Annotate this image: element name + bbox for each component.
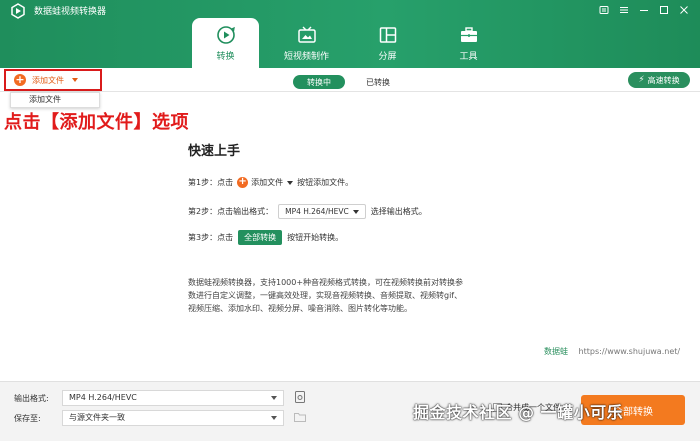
chevron-down-icon — [271, 396, 277, 400]
tab-split-screen-label: 分屏 — [378, 51, 397, 62]
chevron-down-icon[interactable] — [72, 78, 78, 82]
step-2-format-select[interactable]: MP4 H.264/HEVC — [278, 204, 366, 219]
save-to-value: 与源文件夹一致 — [69, 413, 125, 422]
tab-tools[interactable]: 工具 — [435, 18, 502, 68]
tab-converted[interactable]: 已转换 — [358, 75, 398, 89]
step-3-suffix: 按钮开始转换。 — [287, 233, 344, 242]
step-1-suffix: 按钮添加文件。 — [297, 178, 354, 187]
main-nav: 转换 短视频制作 分屏 工具 — [192, 18, 516, 68]
add-file-label: 添加文件 — [32, 75, 64, 85]
step-2: 第2步：点击输出格式： MP4 H.264/HEVC 选择输出格式。 — [188, 204, 427, 219]
app-logo-icon — [11, 3, 25, 19]
output-format-value: MP4 H.264/HEVC — [69, 393, 137, 402]
window-controls — [594, 2, 694, 18]
tab-short-video[interactable]: 短视频制作 — [273, 18, 340, 68]
output-format-label: 输出格式: — [14, 394, 49, 403]
save-to-select[interactable]: 与源文件夹一致 — [62, 410, 284, 426]
brand-name: 数据蛙 — [544, 347, 568, 356]
toolbox-icon — [460, 26, 477, 42]
step-1-add-file[interactable]: + 添加文件 — [237, 176, 294, 188]
feedback-icon[interactable] — [594, 2, 614, 18]
add-file-button[interactable]: + 添加文件 — [4, 69, 102, 91]
step-3: 第3步：点击 全部转换 按钮开始转换。 — [188, 230, 343, 245]
tab-tools-label: 工具 — [459, 51, 478, 62]
chevron-down-icon — [287, 180, 294, 185]
split-screen-icon — [379, 26, 396, 43]
tab-short-video-label: 短视频制作 — [283, 51, 329, 62]
chevron-down-icon — [271, 416, 277, 420]
description-line: 数据蛙视频转换器，支持1000+种音视频格式转换，可在视频转换前对转换参 — [188, 278, 464, 287]
save-to-label: 保存至: — [14, 414, 41, 423]
plus-icon: + — [14, 73, 26, 86]
folder-icon[interactable] — [293, 410, 307, 424]
output-format-select[interactable]: MP4 H.264/HEVC — [62, 390, 284, 406]
step-1-label: 第1步：点击 — [188, 178, 234, 187]
step-1: 第1步：点击 + 添加文件 按钮添加文件。 — [188, 177, 353, 188]
step-2-format-value: MP4 H.264/HEVC — [285, 207, 349, 216]
tab-split-screen[interactable]: 分屏 — [354, 18, 421, 68]
add-file-menu-item[interactable]: 添加文件 — [10, 92, 100, 108]
settings-file-icon[interactable] — [293, 390, 307, 404]
fast-convert-button[interactable]: ⚡ 高速转换 — [628, 72, 690, 88]
step-3-convert-all-button[interactable]: 全部转换 — [238, 230, 283, 245]
convert-icon — [216, 25, 235, 44]
app-description: 数据蛙视频转换器，支持1000+种音视频格式转换，可在视频转换前对转换参 数进行… — [188, 276, 518, 315]
instruction-annotation: 点击【添加文件】选项 — [4, 112, 189, 133]
step-3-label: 第3步：点击 — [188, 233, 234, 242]
step-1-add-label: 添加文件 — [251, 178, 284, 187]
quickstart-title: 快速上手 — [188, 144, 241, 159]
toolbar: + 添加文件 转换中 已转换 ⚡ 高速转换 — [0, 68, 700, 92]
plus-icon: + — [237, 176, 249, 188]
close-icon[interactable] — [674, 2, 694, 18]
step-2-suffix: 选择输出格式。 — [370, 207, 427, 216]
minimize-icon[interactable] — [634, 2, 654, 18]
maximize-icon[interactable] — [654, 2, 674, 18]
description-line: 视频压缩、添加水印、视频分屏、噪音消除、图片转化等功能。 — [188, 304, 412, 313]
short-video-icon — [297, 26, 316, 43]
description-line: 数进行自定义调整，一键高效处理，实现音视频转换、音频提取、视频转gif、 — [188, 291, 463, 300]
title-bar: 数据蛙视频转换器 转换 短视频制作 分屏 工具 — [0, 0, 700, 68]
chevron-down-icon — [352, 209, 359, 214]
tab-converting[interactable]: 转换中 — [293, 75, 345, 89]
tab-convert[interactable]: 转换 — [192, 18, 259, 68]
watermark: 掘金技术社区 @ 一罐小可乐 — [413, 403, 624, 422]
lightning-icon: ⚡ — [638, 75, 645, 85]
tab-convert-label: 转换 — [216, 51, 235, 62]
menu-icon[interactable] — [614, 2, 634, 18]
website-link[interactable]: 数据蛙 https://www.shujuwa.net/ — [544, 346, 680, 357]
website-url: https://www.shujuwa.net/ — [578, 347, 681, 356]
app-title: 数据蛙视频转换器 — [34, 7, 107, 17]
step-2-label: 第2步：点击输出格式： — [188, 207, 274, 216]
fast-convert-label: 高速转换 — [647, 75, 680, 85]
